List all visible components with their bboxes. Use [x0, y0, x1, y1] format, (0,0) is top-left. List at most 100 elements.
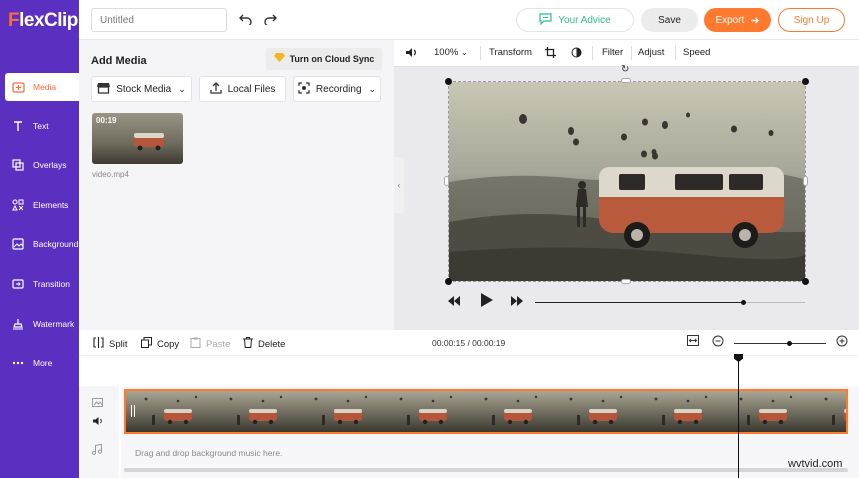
speed-button[interactable]: Speed — [683, 47, 710, 58]
sidebar-item-label: Transition — [33, 279, 71, 289]
image-track-icon — [92, 398, 103, 410]
sidebar-item-label: More — [33, 358, 53, 368]
paste-label: Paste — [206, 338, 231, 350]
stock-media-dropdown[interactable]: Stock Media ⌄ — [91, 76, 192, 102]
local-files-button[interactable]: Local Files — [199, 76, 286, 102]
video-frame-image — [449, 82, 805, 281]
split-icon — [93, 337, 104, 351]
divider — [592, 46, 593, 60]
sidebar-item-text[interactable]: Text — [5, 112, 79, 140]
resize-handle-top[interactable] — [621, 78, 631, 83]
zoom-value: 100% — [434, 47, 459, 58]
recording-dropdown[interactable]: Recording ⌄ — [293, 76, 381, 102]
add-media-heading: Add Media — [91, 55, 147, 67]
timeline-video-clip[interactable] — [124, 389, 848, 434]
volume-icon[interactable] — [92, 416, 104, 429]
media-panel: Add Media Turn on Cloud Sync Stock Media… — [79, 40, 394, 330]
fast-forward-icon[interactable] — [511, 295, 523, 309]
local-files-label: Local Files — [227, 83, 276, 95]
zoom-out-icon[interactable] — [712, 335, 724, 350]
project-title-input[interactable] — [91, 8, 227, 32]
video-canvas[interactable] — [448, 81, 806, 282]
sidebar-item-background[interactable]: Background — [5, 230, 79, 258]
collapse-panel-handle[interactable]: ‹ — [394, 157, 404, 213]
adjust-button[interactable]: Adjust — [638, 47, 664, 58]
track-gutter — [79, 386, 119, 478]
crop-icon[interactable] — [545, 47, 556, 61]
chevron-down-icon: ⌄ — [178, 83, 186, 94]
timeline-ruler[interactable] — [121, 356, 859, 386]
resize-handle-bottom-right[interactable] — [802, 278, 809, 285]
clip-filmstrip — [126, 391, 846, 432]
filter-button[interactable]: Filter — [602, 47, 623, 58]
fit-timeline-icon[interactable] — [687, 335, 699, 349]
split-button[interactable]: Split — [93, 337, 127, 351]
preview-toolbar: 100% ⌄ Transform Filter Adjust Speed — [394, 40, 859, 67]
advice-label: Your Advice — [558, 14, 611, 26]
more-icon — [11, 356, 25, 370]
resize-handle-right[interactable] — [803, 176, 808, 186]
playback-progress-knob[interactable] — [740, 300, 746, 305]
sidebar-item-elements[interactable]: Elements — [5, 191, 79, 219]
resize-handle-left[interactable] — [444, 176, 449, 186]
rewind-icon[interactable] — [448, 295, 460, 309]
overlays-icon — [11, 158, 25, 172]
delete-button[interactable]: Delete — [243, 337, 285, 351]
watermark-icon — [11, 317, 25, 331]
sidebar-item-overlays[interactable]: Overlays — [5, 151, 79, 179]
save-button[interactable]: Save — [641, 8, 698, 32]
playback-progress-track[interactable] — [535, 300, 805, 305]
media-clip-thumbnail[interactable]: 00:19 — [92, 113, 183, 164]
resize-handle-top-right[interactable] — [802, 78, 809, 85]
sidebar-item-label: Watermark — [33, 319, 75, 329]
sidebar-item-media[interactable]: Media — [5, 73, 79, 101]
clip-duration: 00:19 — [96, 116, 117, 125]
cloud-sync-button[interactable]: Turn on Cloud Sync — [266, 48, 382, 70]
timeline-zoom-slider[interactable] — [734, 341, 826, 346]
transform-button[interactable]: Transform — [489, 47, 532, 58]
resize-handle-top-left[interactable] — [445, 78, 452, 85]
redo-icon[interactable] — [263, 12, 277, 29]
export-button[interactable]: Export ➜ — [704, 8, 771, 32]
cloud-sync-label: Turn on Cloud Sync — [289, 54, 375, 64]
clip-filename: video.mp4 — [92, 170, 129, 179]
undo-icon[interactable] — [239, 12, 253, 29]
timeline-scrollbar[interactable] — [124, 468, 848, 472]
zoom-in-icon[interactable] — [836, 335, 848, 350]
playhead-line[interactable] — [738, 356, 739, 478]
copy-button[interactable]: Copy — [141, 337, 179, 351]
trash-icon — [243, 337, 253, 351]
flexclip-logo[interactable]: FlexClip — [8, 10, 78, 32]
color-icon[interactable] — [571, 47, 582, 61]
playback-progress-fill — [535, 302, 743, 303]
export-label: Export — [715, 14, 745, 26]
your-advice-button[interactable]: Your Advice — [516, 8, 634, 32]
record-icon — [298, 81, 310, 97]
sidebar-item-label: Media — [33, 82, 57, 92]
timeline-zoom-knob[interactable] — [787, 341, 793, 346]
paste-button[interactable]: Paste — [190, 337, 230, 351]
sign-up-button[interactable]: Sign Up — [778, 8, 845, 32]
resize-handle-bottom[interactable] — [621, 279, 631, 284]
elements-icon — [11, 198, 25, 212]
divider — [675, 46, 676, 60]
chat-icon — [539, 12, 552, 28]
sidebar-item-watermark[interactable]: Watermark — [5, 310, 79, 338]
zoom-dropdown[interactable]: 100% ⌄ — [434, 47, 468, 58]
play-icon[interactable] — [481, 293, 493, 310]
resize-handle-bottom-left[interactable] — [445, 278, 452, 285]
sidebar-item-transition[interactable]: Transition — [5, 270, 79, 298]
recording-label: Recording — [315, 83, 362, 95]
clip-trim-handle[interactable] — [131, 405, 135, 417]
timecode-display: 00:00:15 / 00:00:19 — [432, 338, 506, 348]
transition-icon — [11, 277, 25, 291]
delete-label: Delete — [258, 338, 286, 350]
sidebar-item-label: Text — [33, 121, 49, 131]
rotate-icon[interactable]: ↻ — [621, 64, 629, 75]
sidebar-item-more[interactable]: More — [5, 349, 79, 377]
sidebar-item-label: Elements — [33, 200, 69, 210]
paste-icon — [190, 337, 201, 351]
sidebar-item-label: Background — [33, 239, 79, 249]
chevron-down-icon: ⌄ — [460, 48, 468, 57]
volume-icon[interactable] — [405, 47, 418, 61]
